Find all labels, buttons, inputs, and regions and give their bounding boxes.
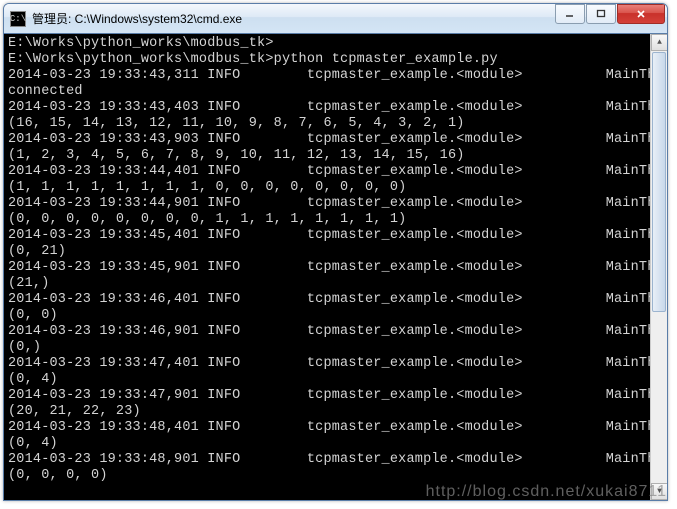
console-output[interactable]: E:\Works\python_works\modbus_tk> E:\Work… (4, 34, 650, 500)
titlebar[interactable]: C:\ 管理员: C:\Windows\system32\cmd.exe (4, 4, 667, 34)
close-button[interactable] (617, 4, 665, 24)
scroll-down-button[interactable]: ▼ (651, 483, 668, 500)
maximize-button[interactable] (586, 4, 616, 24)
window-title: 管理员: C:\Windows\system32\cmd.exe (32, 10, 555, 27)
minimize-button[interactable] (555, 4, 585, 24)
scroll-up-button[interactable]: ▲ (651, 34, 668, 51)
scroll-thumb[interactable] (652, 52, 666, 312)
cmd-window: C:\ 管理员: C:\Windows\system32\cmd.exe E:\… (3, 3, 668, 501)
console-client-area: E:\Works\python_works\modbus_tk> E:\Work… (4, 34, 667, 500)
window-controls (555, 4, 665, 24)
vertical-scrollbar[interactable]: ▲ ▼ (650, 34, 667, 500)
cmd-icon: C:\ (10, 11, 26, 27)
